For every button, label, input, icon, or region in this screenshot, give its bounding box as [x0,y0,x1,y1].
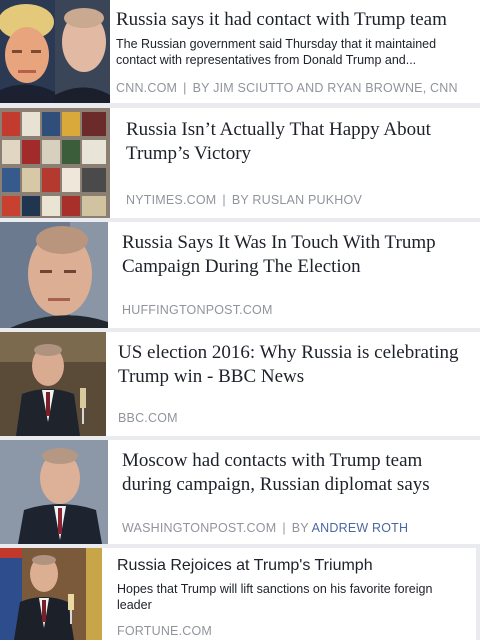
article-author[interactable]: RUSLAN PUKHOV [252,193,362,207]
article-card[interactable]: US election 2016: Why Russia is celebrat… [0,332,480,436]
article-title[interactable]: Moscow had contacts with Trump team duri… [122,449,474,497]
article-title[interactable]: Russia Says It Was In Touch With Trump C… [122,231,474,279]
article-source[interactable]: HUFFINGTONPOST.COM [122,303,273,317]
putin-champagne-photo-icon[interactable] [0,548,102,640]
article-meta: FORTUNE.COM [117,624,212,638]
article-card[interactable]: Moscow had contacts with Trump team duri… [0,440,480,544]
article-title[interactable]: Russia Isn’t Actually That Happy About T… [126,118,474,166]
meta-separator: | [282,521,286,535]
article-meta: BBC.COM [118,411,178,425]
byline-prefix: BY [231,193,249,207]
article-source[interactable]: BBC.COM [118,411,178,425]
article-card[interactable]: Russia Isn’t Actually That Happy About T… [0,108,480,218]
article-title[interactable]: Russia says it had contact with Trump te… [116,8,474,32]
putin-portrait-icon[interactable] [0,222,108,328]
news-feed: Russia says it had contact with Trump te… [0,0,480,640]
article-meta: HUFFINGTONPOST.COM [122,303,273,317]
meta-separator: | [183,81,187,95]
article-source[interactable]: FORTUNE.COM [117,624,212,638]
article-author[interactable]: ANDREW ROTH [312,521,409,535]
article-card[interactable]: Russia says it had contact with Trump te… [0,0,480,103]
article-source[interactable]: WASHINGTONPOST.COM [122,521,276,535]
article-meta: CNN.COM | BY JIM SCIUTTO AND RYAN BROWNE, … [116,81,458,95]
meta-separator: | [222,193,226,207]
article-meta: WASHINGTONPOST.COM | BY ANDREW ROTH [122,521,408,535]
article-description: Hopes that Trump will lift sanctions on … [117,582,433,612]
byline-prefix: BY [291,521,309,535]
putin-speech-photo-icon[interactable] [0,440,108,544]
article-author[interactable]: JIM SCIUTTO AND RYAN BROWNE, CNN [213,81,458,95]
article-description: The Russian government said Thursday tha… [116,37,437,67]
article-title[interactable]: US election 2016: Why Russia is celebrat… [118,341,474,389]
putin-toast-photo-icon[interactable] [0,332,106,436]
newsstand-photo-icon[interactable] [0,108,110,218]
article-source[interactable]: CNN.COM [116,81,177,95]
byline-prefix: BY [192,81,210,95]
article-card[interactable]: Russia Rejoices at Trump's Triumph Hopes… [0,548,476,640]
article-title[interactable]: Russia Rejoices at Trump's Triumph [117,556,470,576]
article-card[interactable]: Russia Says It Was In Touch With Trump C… [0,222,480,328]
trump-putin-photo-icon[interactable] [0,0,110,103]
article-source[interactable]: NYTIMES.COM [126,193,216,207]
article-meta: NYTIMES.COM | BY RUSLAN PUKHOV [126,193,362,207]
